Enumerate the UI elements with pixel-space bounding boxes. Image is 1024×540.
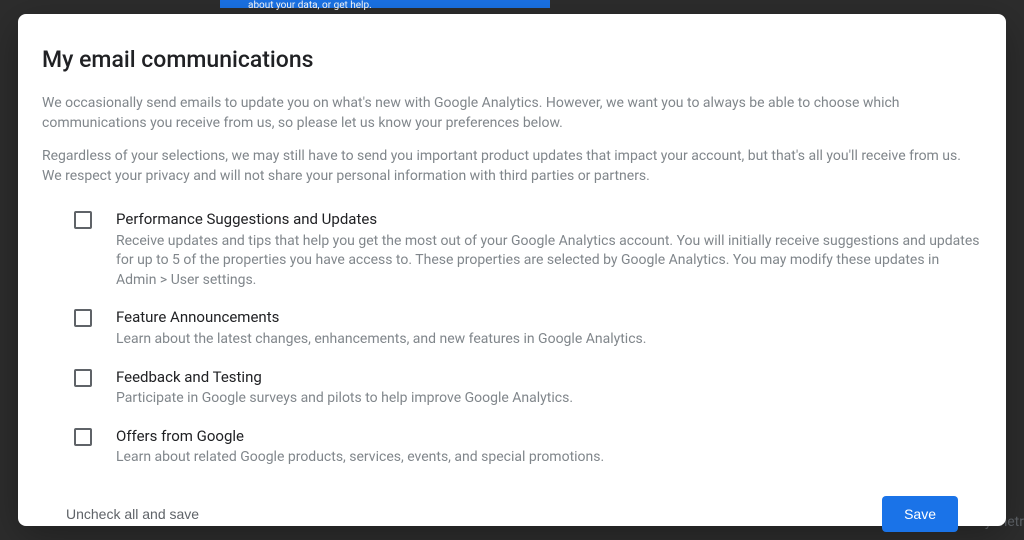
option-row-performance: Performance Suggestions and Updates Rece… <box>74 210 982 290</box>
option-row-feedback: Feedback and Testing Participate in Goog… <box>74 368 982 409</box>
checkbox-performance[interactable] <box>74 211 92 229</box>
modal-overlay: My email communications We occasionally … <box>0 0 1024 540</box>
option-title: Feedback and Testing <box>116 368 573 388</box>
modal-footer: Uncheck all and save Save <box>42 486 982 532</box>
checkbox-feedback[interactable] <box>74 369 92 387</box>
option-text: Offers from Google Learn about related G… <box>116 427 604 468</box>
checkbox-features[interactable] <box>74 309 92 327</box>
option-title: Feature Announcements <box>116 308 646 328</box>
checkbox-offers[interactable] <box>74 428 92 446</box>
option-title: Performance Suggestions and Updates <box>116 210 982 230</box>
uncheck-all-button[interactable]: Uncheck all and save <box>66 506 199 522</box>
options-list: Performance Suggestions and Updates Rece… <box>42 210 982 486</box>
option-desc: Learn about the latest changes, enhancem… <box>116 330 646 350</box>
option-desc: Participate in Google surveys and pilots… <box>116 389 573 409</box>
option-row-offers: Offers from Google Learn about related G… <box>74 427 982 468</box>
email-communications-modal: My email communications We occasionally … <box>18 14 1006 526</box>
option-text: Feature Announcements Learn about the la… <box>116 308 646 349</box>
option-text: Performance Suggestions and Updates Rece… <box>116 210 982 290</box>
option-text: Feedback and Testing Participate in Goog… <box>116 368 573 409</box>
option-desc: Receive updates and tips that help you g… <box>116 232 982 291</box>
option-row-features: Feature Announcements Learn about the la… <box>74 308 982 349</box>
modal-description-1: We occasionally send emails to update yo… <box>42 93 982 134</box>
modal-title: My email communications <box>42 46 982 73</box>
save-button[interactable]: Save <box>882 496 958 532</box>
option-title: Offers from Google <box>116 427 604 447</box>
option-desc: Learn about related Google products, ser… <box>116 448 604 468</box>
modal-description-2: Regardless of your selections, we may st… <box>42 146 982 187</box>
